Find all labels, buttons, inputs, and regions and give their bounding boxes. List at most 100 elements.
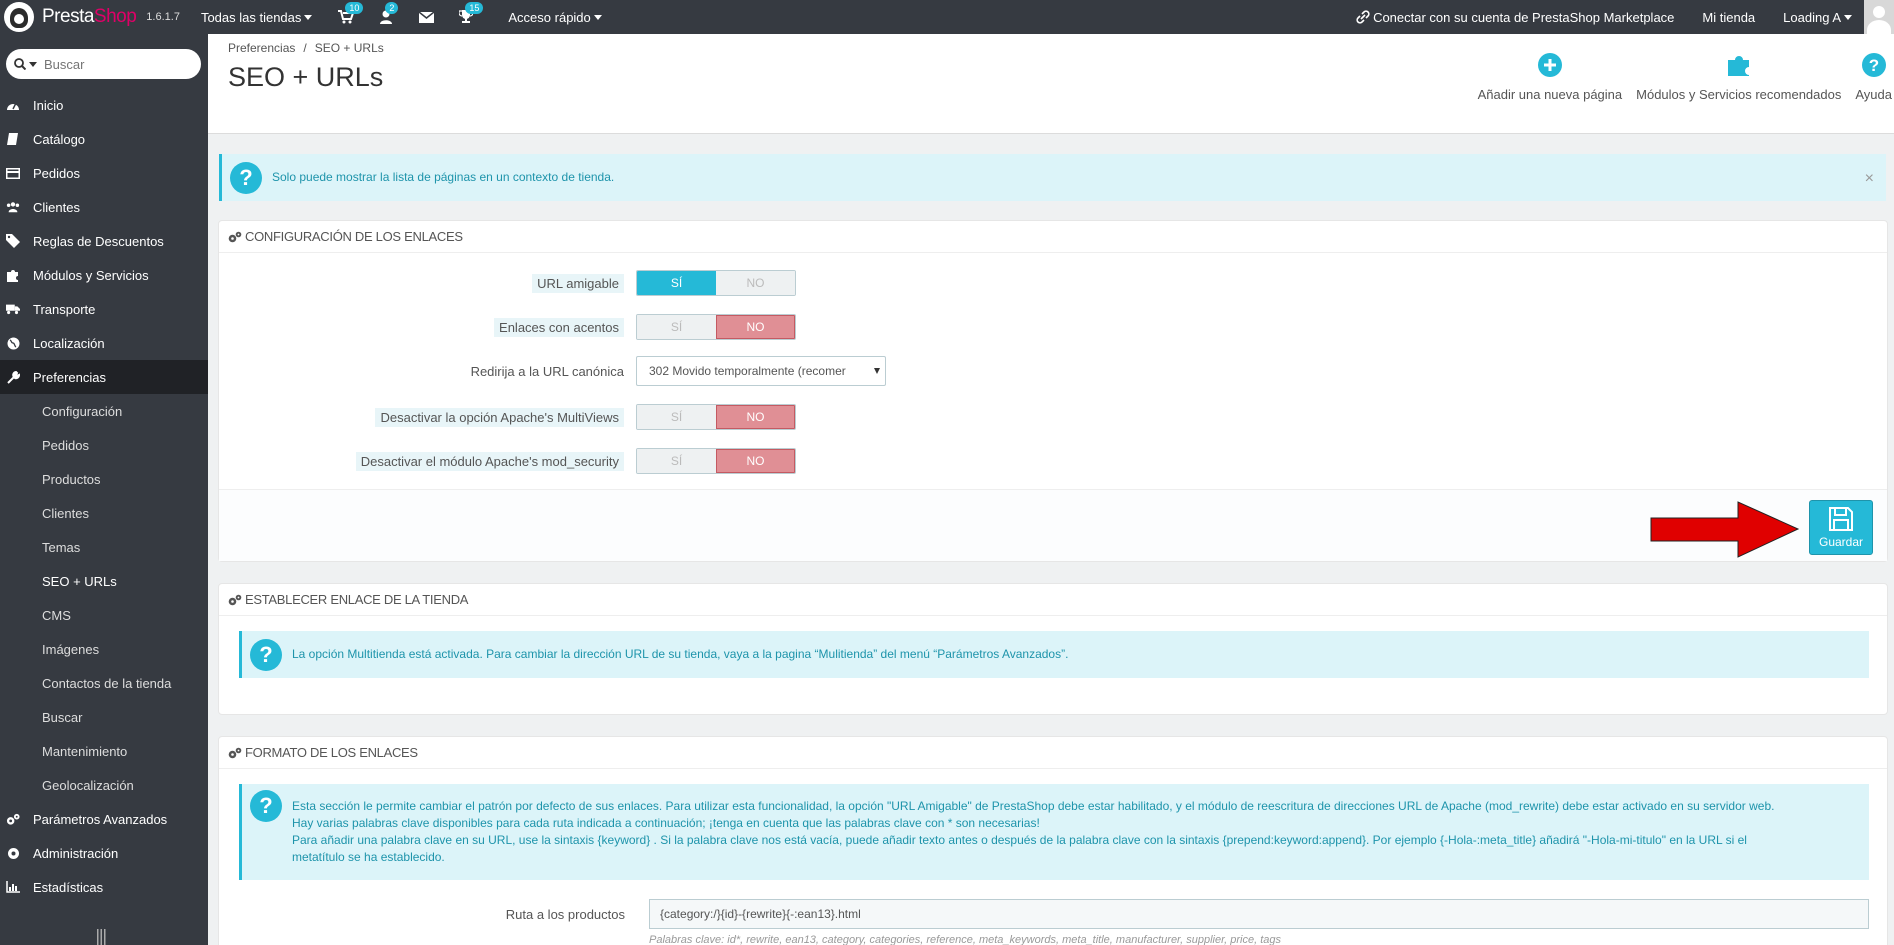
canonical-row: Redirija a la URL canónica 302 Movido te… (219, 356, 919, 386)
store-selector[interactable]: Todas las tiendas (200, 0, 313, 34)
subnav-temas[interactable]: Temas (0, 530, 208, 564)
accented-links-label: Enlaces con acentos (494, 317, 624, 337)
messages-notification[interactable] (406, 0, 446, 34)
my-store-link[interactable]: Mi tienda (1702, 0, 1755, 34)
product-route-input[interactable]: {category:/}{id}-{rewrite}{-:ean13}.html (649, 899, 1869, 929)
panel-heading: FORMATO DE LOS ENLACES (219, 737, 1887, 769)
sidebar-item-administracion[interactable]: Administración (0, 836, 208, 870)
subnav-productos[interactable]: Productos (0, 462, 208, 496)
mod-security-yes[interactable]: SÍ (637, 449, 716, 473)
multiviews-label: Desactivar la opción Apache's MultiViews (375, 407, 624, 427)
breadcrumb-item[interactable]: Preferencias (228, 41, 295, 55)
trophy-notification[interactable]: 15 (446, 0, 486, 34)
customers-badge: 2 (385, 2, 399, 14)
friendly-url-no[interactable]: NO (716, 271, 795, 295)
quick-access-menu[interactable]: Acceso rápido (508, 0, 602, 34)
subnav-pedidos[interactable]: Pedidos (0, 428, 208, 462)
orders-badge: 10 (345, 2, 364, 14)
store-selector-label: Todas las tiendas (200, 9, 302, 25)
cogs-icon (228, 747, 242, 759)
user-menu[interactable]: Loading A (1783, 0, 1852, 34)
tags-icon (6, 234, 20, 248)
accented-links-switch[interactable]: SÍ NO (636, 314, 796, 340)
multiviews-switch[interactable]: SÍ NO (636, 404, 796, 430)
sidebar-item-label: Módulos y Servicios (33, 267, 149, 283)
search-input[interactable] (44, 56, 184, 72)
multiviews-no[interactable]: NO (715, 405, 795, 429)
accented-links-yes[interactable]: SÍ (637, 315, 716, 339)
canonical-select[interactable]: 302 Movido temporalmente (recomer (636, 356, 886, 386)
preferences-submenu: Configuración Pedidos Productos Clientes… (0, 394, 208, 802)
globe-icon (6, 336, 20, 350)
sidebar-item-descuentos[interactable]: Reglas de Descuentos (0, 224, 208, 258)
friendly-url-switch[interactable]: SÍ NO (636, 270, 796, 296)
caret-down-icon (593, 14, 602, 20)
panel-heading: CONFIGURACIÓN DE LOS ENLACES (219, 221, 1887, 253)
sidebar-item-pedidos[interactable]: Pedidos (0, 156, 208, 190)
subnav-imagenes[interactable]: Imágenes (0, 632, 208, 666)
close-icon[interactable]: × (1865, 170, 1874, 188)
subnav-buscar[interactable]: Buscar (0, 700, 208, 734)
mod-security-no[interactable]: NO (715, 449, 795, 473)
subnav-seo-urls[interactable]: SEO + URLs (0, 564, 208, 598)
recommended-modules-button[interactable]: Módulos y Servicios recomendados (1636, 52, 1841, 102)
accented-links-no[interactable]: NO (715, 315, 795, 339)
users-icon (6, 200, 20, 214)
page-title: SEO + URLs (228, 62, 384, 92)
save-icon (1829, 507, 1853, 531)
brand-part1: Presta (42, 6, 94, 27)
sidebar-item-localizacion[interactable]: Localización (0, 326, 208, 360)
sidebar-item-label: Preferencias (33, 369, 106, 385)
link-format-alert-text: Esta sección le permite cambiar el patró… (292, 798, 1774, 866)
main-nav: Inicio Catálogo Pedidos Clientes Reglas … (0, 88, 208, 904)
sidebar-item-modulos[interactable]: Módulos y Servicios (0, 258, 208, 292)
question-circle-icon: ? (250, 790, 282, 822)
add-page-button[interactable]: Añadir una nueva página (1478, 52, 1622, 102)
accented-links-row: Enlaces con acentos SÍ NO (219, 314, 819, 340)
link-icon (1356, 10, 1370, 24)
canonical-select-value: 302 Movido temporalmente (recomer (649, 364, 846, 378)
help-button[interactable]: ? Ayuda (1855, 52, 1892, 102)
logo[interactable]: PrestaShop 1.6.1.7 (0, 0, 180, 34)
subnav-cms[interactable]: CMS (0, 598, 208, 632)
panel-title: ESTABLECER ENLACE DE LA TIENDA (245, 592, 469, 607)
marketplace-label: Conectar con su cuenta de PrestaShop Mar… (1373, 9, 1675, 25)
sidebar-item-transporte[interactable]: Transporte (0, 292, 208, 326)
subnav-clientes[interactable]: Clientes (0, 496, 208, 530)
subnav-contactos[interactable]: Contactos de la tienda (0, 666, 208, 700)
product-route-hint: Palabras clave: id*, rewrite, ean13, cat… (649, 934, 1282, 945)
marketplace-connect-link[interactable]: Conectar con su cuenta de PrestaShop Mar… (1356, 0, 1674, 34)
mod-security-switch[interactable]: SÍ NO (636, 448, 796, 474)
orders-notification[interactable]: 10 (326, 0, 366, 34)
multiviews-row: Desactivar la opción Apache's MultiViews… (219, 404, 819, 430)
sidebar-item-label: Inicio (33, 97, 64, 113)
subnav-geolocalizacion[interactable]: Geolocalización (0, 768, 208, 802)
customers-notification[interactable]: 2 (366, 0, 406, 34)
subnav-mantenimiento[interactable]: Mantenimiento (0, 734, 208, 768)
sidebar-item-clientes[interactable]: Clientes (0, 190, 208, 224)
multiviews-yes[interactable]: SÍ (637, 405, 716, 429)
info-line: Hay varias palabras clave disponibles pa… (292, 816, 1040, 830)
caret-down-icon (28, 61, 37, 67)
sidebar-item-catalogo[interactable]: Catálogo (0, 122, 208, 156)
sidebar-collapse-handle[interactable] (96, 929, 108, 945)
truck-icon (6, 302, 20, 316)
sidebar-item-preferencias[interactable]: Preferencias (0, 360, 208, 394)
avatar[interactable] (1864, 0, 1894, 34)
sidebar-item-parametros[interactable]: Parámetros Avanzados (0, 802, 208, 836)
page-toolbar: Añadir una nueva página Módulos y Servic… (1464, 52, 1894, 102)
cog-icon (6, 846, 20, 860)
sidebar-item-inicio[interactable]: Inicio (0, 88, 208, 122)
save-button[interactable]: Guardar (1809, 500, 1873, 555)
question-circle-icon: ? (250, 638, 282, 671)
sidebar-item-label: Parámetros Avanzados (33, 811, 168, 827)
book-icon (6, 132, 20, 146)
subnav-configuracion[interactable]: Configuración (0, 394, 208, 428)
sidebar-item-estadisticas[interactable]: Estadísticas (0, 870, 208, 904)
friendly-url-yes[interactable]: SÍ (637, 271, 716, 295)
breadcrumb-separator: / (303, 41, 307, 55)
recommended-modules-label: Módulos y Servicios recomendados (1636, 87, 1842, 102)
search-type-selector[interactable] (6, 58, 44, 70)
link-format-alert: ? Esta sección le permite cambiar el pat… (239, 784, 1869, 880)
top-bar: PrestaShop 1.6.1.7 Todas las tiendas 10 … (0, 0, 1894, 34)
